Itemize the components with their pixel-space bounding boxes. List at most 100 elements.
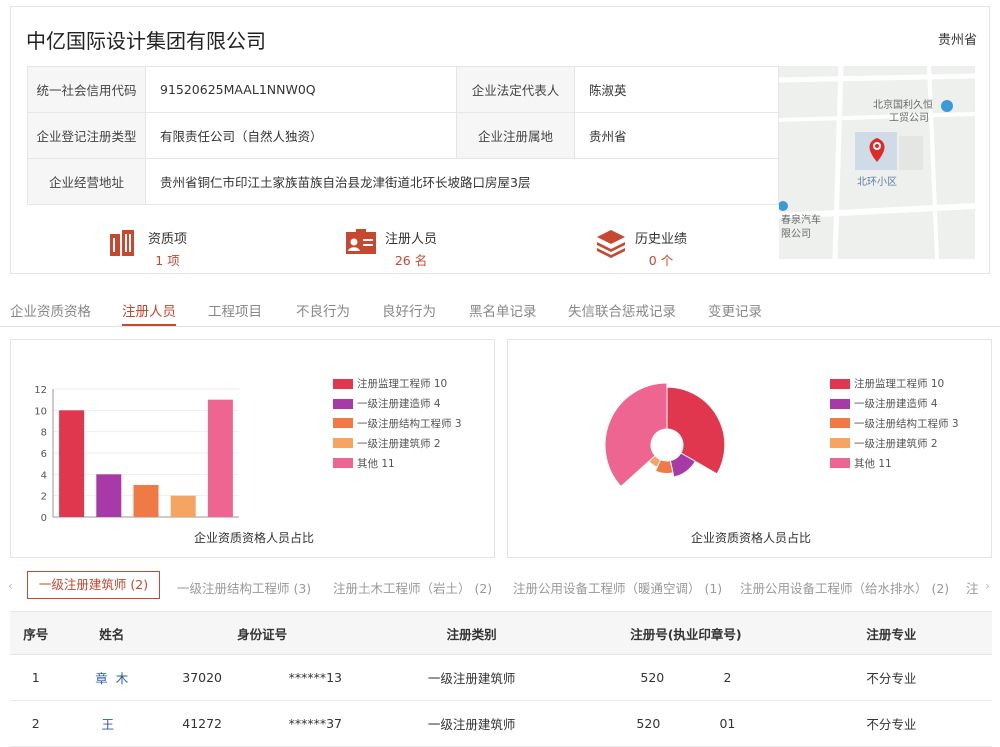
subtab-more[interactable]: 注 (966, 578, 979, 597)
y-tick-label: 4 (41, 470, 47, 481)
map-label-bottom: 春泉汽车 (781, 215, 821, 226)
reg-part: 520 (636, 716, 661, 731)
legend-item[interactable]: 一级注册结构工程师 3 (830, 414, 959, 434)
tab-qualifications[interactable]: 企业资质资格 (10, 300, 91, 320)
legend-item[interactable]: 注册监理工程师 10 (333, 374, 462, 394)
main-tabs: 企业资质资格 注册人员 工程项目 不良行为 良好行为 黑名单记录 失信联合惩戒记… (0, 290, 1000, 327)
bar (59, 410, 85, 517)
tab-registered-staff[interactable]: 注册人员 (122, 300, 176, 320)
legend-swatch (830, 378, 850, 389)
reg-type-label: 企业登记注册类型 (27, 112, 146, 159)
bar (170, 495, 196, 517)
bar (207, 399, 233, 517)
address-label: 企业经营地址 (27, 158, 146, 205)
y-tick-label: 10 (34, 406, 47, 417)
reg-type: 一级注册建筑师 (362, 654, 582, 701)
reg-type: 一级注册建筑师 (362, 700, 582, 747)
legend-label: 一级注册建造师 4 (357, 398, 441, 411)
reg-place-value: 贵州省 (574, 112, 779, 159)
subtab-hvac[interactable]: 注册公用设备工程师（暖通空调） (1) (513, 578, 722, 597)
legend-label: 一级注册建造师 4 (854, 398, 938, 411)
subtab-structural[interactable]: 一级注册结构工程师 (3) (177, 578, 311, 597)
bar-chart-caption: 企业资质资格人员占比 (194, 531, 315, 545)
y-tick-label: 8 (41, 428, 47, 439)
map-label-top2: 工贸公司 (889, 113, 929, 124)
legend-swatch (830, 438, 850, 449)
tab-bad-behavior[interactable]: 不良行为 (296, 300, 350, 320)
stat-value: 26 名 (394, 253, 428, 268)
tab-projects[interactable]: 工程项目 (208, 300, 262, 320)
y-tick-label: 6 (41, 449, 47, 460)
stat-registered-staff[interactable]: 注册人员 26 名 (345, 228, 437, 269)
stat-qualifications[interactable]: 资质项 1 项 (108, 228, 187, 269)
legend-item[interactable]: 注册监理工程师 10 (830, 374, 959, 394)
table-row: 2 王 41272xxxxxxxxx******37 一级注册建筑师 520xx… (10, 700, 992, 747)
legend-swatch (830, 418, 850, 429)
address-value: 贵州省铜仁市印江土家族苗族自治县龙津街道北环长坡路口房屋3层 (145, 158, 779, 205)
legend-swatch (333, 378, 353, 389)
person-name-link[interactable]: 章 木 (61, 654, 163, 701)
legend-item[interactable]: 其他 11 (830, 453, 959, 473)
company-name: 中亿国际设计集团有限公司 (26, 29, 266, 53)
col-name: 姓名 (61, 611, 163, 655)
legend-label: 一级注册建筑师 2 (854, 437, 938, 450)
bar-chart-panel: 0 2 4 6 8 10 12 注册监理工程师 10 一级注册建造师 4 一级注册结构工程师 3… (10, 339, 495, 558)
legend-label: 一级注册建筑师 2 (357, 437, 441, 450)
reg-major: 不分专业 (790, 700, 992, 747)
legend-item[interactable]: 一级注册建造师 4 (333, 394, 462, 414)
subtab-geotech[interactable]: 注册土木工程师（岩土） (2) (333, 578, 492, 597)
col-type: 注册类别 (362, 611, 582, 655)
chevron-right-icon[interactable]: › (985, 578, 990, 593)
id-part: ******13 (288, 670, 342, 685)
company-info-table: 统一社会信用代码 91520625MAAL1NNW0Q 企业法定代表人 陈淑英 … (27, 66, 779, 205)
stat-label: 历史业绩 (635, 232, 688, 247)
reg-number: 520xxxxxxxx2 (581, 654, 791, 701)
tab-changes[interactable]: 变更记录 (708, 300, 762, 320)
bar (133, 485, 159, 517)
chevron-left-icon[interactable]: ‹ (8, 578, 13, 593)
legend-item[interactable]: 一级注册建造师 4 (830, 394, 959, 414)
stat-history[interactable]: 历史业绩 0 个 (595, 228, 687, 269)
table-header-row: 序号 姓名 身份证号 注册类别 注册号(执业印章号) 注册专业 (10, 611, 992, 655)
stat-label: 资质项 (148, 232, 188, 247)
id-number: 37020xxxxxxxxx******13 (162, 654, 363, 701)
reg-major: 不分专业 (790, 654, 992, 701)
col-id: 身份证号 (162, 611, 363, 655)
province-label: 贵州省 (938, 33, 978, 48)
legend-item[interactable]: 一级注册结构工程师 3 (333, 414, 462, 434)
legend-label: 一级注册结构工程师 3 (357, 417, 462, 430)
y-tick-label: 0 (41, 513, 47, 524)
credit-code-value: 91520625MAAL1NNW0Q (145, 66, 457, 113)
reg-part: 2 (723, 670, 732, 685)
legend-item[interactable]: 一级注册建筑师 2 (830, 433, 959, 453)
subtab-architect-1[interactable]: 一级注册建筑师 (2) (27, 571, 160, 599)
tab-discredit[interactable]: 失信联合惩戒记录 (568, 300, 676, 320)
table-row: 1 章 木 37020xxxxxxxxx******13 一级注册建筑师 520… (10, 654, 992, 701)
reg-type-value: 有限责任公司（自然人独资） (145, 112, 457, 159)
location-map[interactable]: 北京国利久恒 工贸公司 北环小区 春泉汽车 限公司 (779, 66, 975, 259)
name-part: 章 (95, 671, 108, 686)
subtab-water[interactable]: 注册公用设备工程师（给水排水） (2) (740, 578, 949, 597)
rose-chart (604, 382, 726, 488)
tab-blacklist[interactable]: 黑名单记录 (469, 300, 537, 320)
name-part: 王 (101, 717, 115, 732)
reg-place-label: 企业注册属地 (456, 112, 575, 159)
legend-label: 其他 11 (357, 457, 395, 470)
id-part: 41272 (182, 716, 223, 731)
col-major: 注册专业 (790, 611, 992, 655)
legend-swatch (333, 398, 353, 409)
tab-good-behavior[interactable]: 良好行为 (382, 300, 436, 320)
rose-chart-legend: 注册监理工程师 10 一级注册建造师 4 一级注册结构工程师 3 一级注册建筑师 2 其… (830, 374, 959, 473)
row-no: 2 (10, 700, 62, 747)
legal-rep-value: 陈淑英 (574, 66, 779, 113)
id-part: ******37 (288, 716, 342, 731)
person-name-link[interactable]: 王 (61, 700, 163, 747)
legend-item[interactable]: 一级注册建筑师 2 (333, 433, 462, 453)
people-table: 序号 姓名 身份证号 注册类别 注册号(执业印章号) 注册专业 1 章 木 37… (10, 611, 992, 747)
active-tab-indicator (122, 324, 176, 326)
col-no: 序号 (10, 611, 62, 655)
legend-item[interactable]: 其他 11 (333, 453, 462, 473)
row-no: 1 (10, 654, 62, 701)
legal-rep-label: 企业法定代表人 (456, 66, 575, 113)
reg-number: 520xxxxxxxx01 (581, 700, 791, 747)
